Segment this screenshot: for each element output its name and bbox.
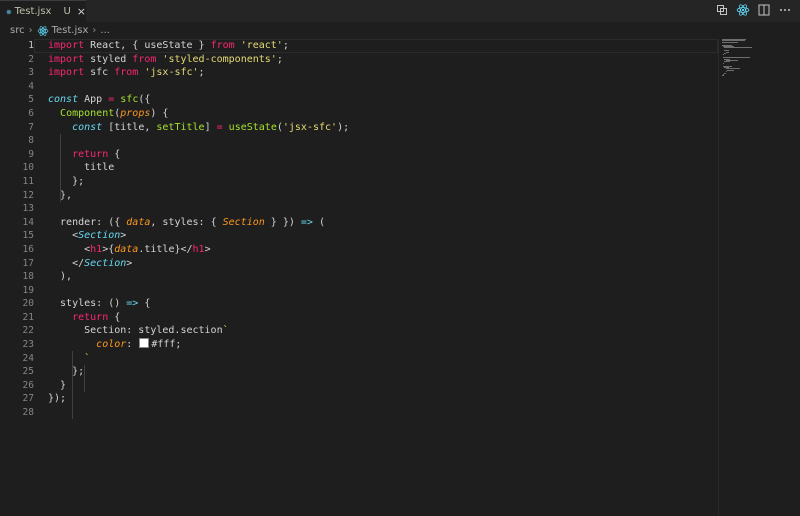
line-number: 1	[28, 40, 34, 51]
line-number: 21	[22, 311, 34, 323]
code-line[interactable]: });	[48, 392, 718, 406]
minimap-line	[723, 54, 725, 56]
line-number: 2	[28, 53, 34, 65]
tab-bar: Test.jsx U ×	[0, 0, 800, 22]
minimap-line	[724, 61, 731, 63]
minimap-line	[724, 53, 726, 54]
close-tab-icon[interactable]: ×	[77, 5, 86, 18]
line-number: 20	[22, 298, 34, 310]
minimap-line	[724, 47, 752, 49]
minimap-line	[723, 62, 725, 64]
breadcrumb: src › Test.jsx › ...	[0, 22, 800, 39]
code-line[interactable]: return {	[48, 148, 718, 162]
code-line[interactable]: `	[48, 352, 718, 366]
code-line[interactable]	[48, 134, 718, 148]
code-line[interactable]: ),	[48, 270, 718, 284]
line-number: 15	[22, 230, 34, 242]
editor-actions	[715, 3, 792, 17]
untracked-badge: U	[63, 6, 71, 17]
chevron-right-icon: ›	[28, 25, 33, 36]
color-swatch[interactable]	[139, 338, 150, 349]
minimap[interactable]	[722, 39, 782, 79]
code-line[interactable]	[48, 406, 718, 420]
react-file-icon	[6, 9, 12, 14]
line-number: 9	[28, 148, 34, 160]
react-preview-icon[interactable]	[736, 3, 750, 17]
tab-file-name: Test.jsx	[14, 6, 52, 17]
line-number: 18	[22, 271, 34, 283]
code-editor[interactable]: 1 2 3 4 5 6 7 8 9 10 11 12 13 14 15 16 17 18 19 20 21 22 23 24 2…	[0, 39, 720, 516]
code-line[interactable]	[48, 80, 718, 94]
code-line[interactable]: Section: styled.section`	[48, 324, 718, 338]
breadcrumb-folder[interactable]: src	[10, 25, 25, 36]
minimap-line	[726, 69, 734, 71]
react-file-icon	[37, 25, 48, 36]
line-number: 10	[22, 162, 34, 174]
line-number: 8	[28, 135, 34, 147]
line-number-gutter: 1 2 3 4 5 6 7 8 9 10 11 12 13 14 15 16 17 18 19 20 21 22 23 24 2…	[0, 39, 34, 420]
line-number: 14	[22, 216, 34, 228]
code-line[interactable]: <Section>	[48, 229, 718, 243]
line-number: 28	[22, 407, 34, 419]
line-number: 3	[28, 67, 34, 79]
more-actions-icon[interactable]	[778, 3, 792, 17]
code-line[interactable]: color: #fff;	[48, 338, 718, 352]
code-line[interactable]: };	[48, 175, 718, 189]
line-number: 6	[28, 107, 34, 119]
breadcrumb-more[interactable]: ...	[100, 25, 110, 36]
line-number: 12	[22, 189, 34, 201]
code-content[interactable]: import React, { useState } from 'react';…	[48, 39, 718, 420]
minimap-line	[722, 41, 738, 43]
line-number: 5	[28, 94, 34, 106]
line-number: 22	[22, 325, 34, 337]
line-number: 11	[22, 175, 34, 187]
line-number: 7	[28, 121, 34, 133]
line-number: 27	[22, 393, 34, 405]
code-line[interactable]: render: ({ data, styles: { Section } }) …	[48, 216, 718, 230]
code-line[interactable]: Component(props) {	[48, 107, 718, 121]
minimap-divider	[718, 39, 719, 516]
line-number: 16	[22, 243, 34, 255]
code-line[interactable]: return {	[48, 311, 718, 325]
line-number: 23	[22, 339, 34, 351]
chevron-right-icon: ›	[92, 25, 97, 36]
code-line[interactable]: }	[48, 379, 718, 393]
code-line[interactable]	[48, 284, 718, 298]
line-number: 13	[22, 203, 34, 215]
code-line[interactable]: <h1>{data.title}</h1>	[48, 243, 718, 257]
line-number: 17	[22, 257, 34, 269]
code-line[interactable]: title	[48, 161, 718, 175]
vertical-scrollbar[interactable]	[786, 39, 798, 516]
code-line[interactable]: </Section>	[48, 257, 718, 271]
code-line[interactable]: };	[48, 365, 718, 379]
tab-test-jsx[interactable]: Test.jsx U ×	[0, 0, 86, 22]
minimap-line	[722, 75, 724, 77]
line-number: 4	[28, 80, 34, 92]
split-editor-icon[interactable]	[757, 3, 771, 17]
code-line[interactable]: const App = sfc({	[48, 93, 718, 107]
line-number: 26	[22, 379, 34, 391]
line-number: 19	[22, 284, 34, 296]
code-line[interactable]: import styled from 'styled-components';	[48, 53, 718, 67]
code-line[interactable]: },	[48, 189, 718, 203]
minimap-line	[725, 71, 727, 73]
breadcrumb-file[interactable]: Test.jsx	[52, 25, 89, 36]
code-line[interactable]: import React, { useState } from 'react';	[48, 39, 718, 53]
minimap-line	[725, 51, 729, 53]
editor-window: Test.jsx U × src › Test.jsx › ... 1 2 3 …	[0, 0, 800, 516]
line-number: 24	[22, 352, 34, 364]
minimap-line	[724, 72, 726, 74]
code-line[interactable]: import sfc from 'jsx-sfc';	[48, 66, 718, 80]
code-line[interactable]: styles: () => {	[48, 297, 718, 311]
code-line[interactable]	[48, 202, 718, 216]
line-number: 25	[22, 366, 34, 378]
code-line[interactable]: const [title, setTitle] = useState('jsx-…	[48, 121, 718, 135]
open-changes-icon[interactable]	[715, 3, 729, 17]
